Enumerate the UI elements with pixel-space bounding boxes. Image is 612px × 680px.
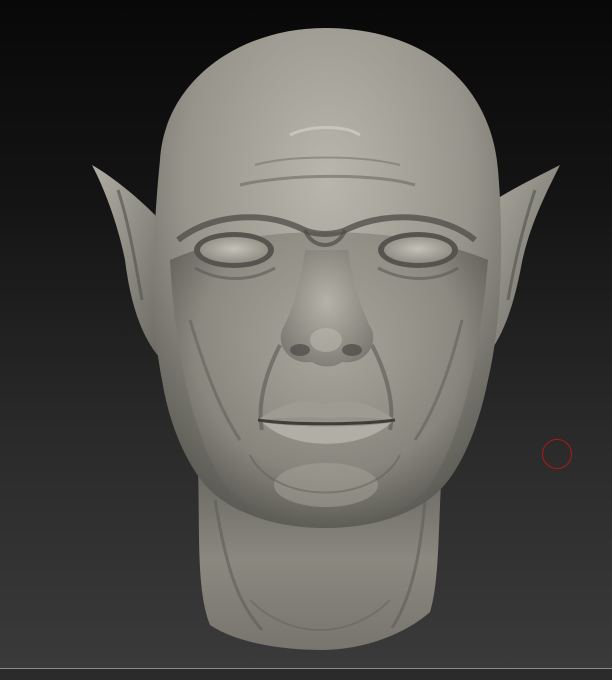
sculpted-head-icon[interactable] [0,0,612,668]
bottom-divider-bar [0,668,612,680]
sculpt-viewport[interactable] [0,0,612,668]
chin [274,463,378,507]
brush-circle-icon [542,439,572,469]
